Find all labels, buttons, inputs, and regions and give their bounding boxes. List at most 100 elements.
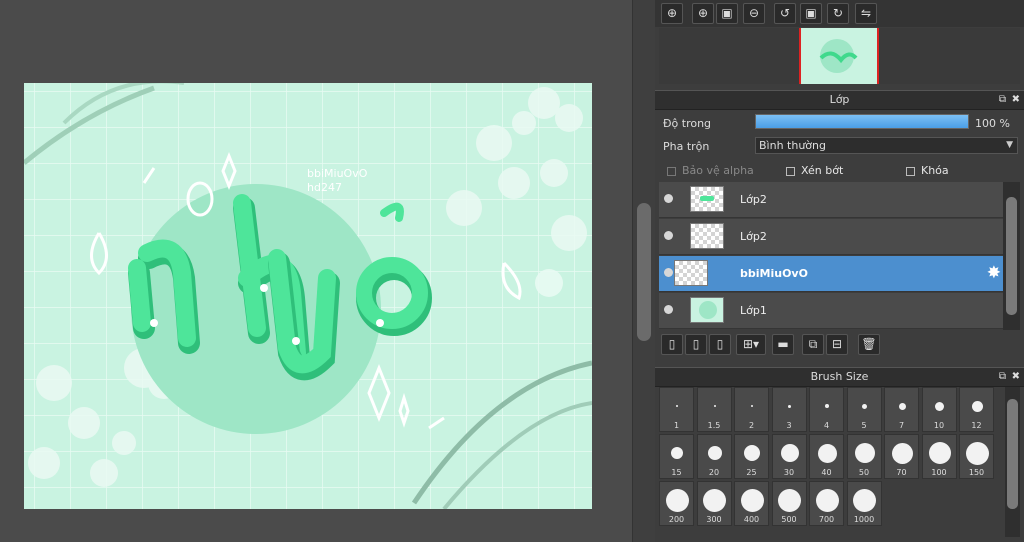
reset-view-icon[interactable]: ▣ <box>800 3 822 24</box>
brush-size-dot <box>862 403 867 409</box>
zoom-out-icon[interactable]: ⊖ <box>743 3 765 24</box>
new-layer-icon[interactable]: ▯ <box>661 334 683 355</box>
add-layer-menu-icon[interactable]: ⊞▾ <box>736 334 766 355</box>
fit-window-icon[interactable]: ▣ <box>716 3 738 24</box>
layer-list-scrollbar[interactable] <box>1003 182 1020 330</box>
lock-checkbox[interactable]: Khóa <box>906 164 949 177</box>
brush-size-label: 1000 <box>853 515 875 524</box>
brush-size-scrollbar[interactable] <box>1005 387 1020 537</box>
lock-label: Khóa <box>921 164 949 177</box>
signature-line1: bbiMiuOvO <box>307 167 368 180</box>
brush-size-label: 70 <box>896 468 907 477</box>
brush-size-title: Brush Size <box>810 370 869 383</box>
scrollbar-thumb[interactable] <box>1006 197 1017 315</box>
brush-size-option[interactable]: 10 <box>921 387 957 432</box>
visibility-eye-icon[interactable] <box>664 194 673 203</box>
brush-size-dot <box>707 446 722 460</box>
brush-size-option[interactable]: 300 <box>696 481 732 526</box>
close-icon[interactable]: ✖ <box>1012 368 1020 386</box>
navigator-preview[interactable] <box>659 28 1020 84</box>
brush-size-dot <box>780 444 799 462</box>
brush-size-label: 1.5 <box>707 421 721 430</box>
brush-size-option[interactable]: 5 <box>846 387 882 432</box>
brush-size-option[interactable]: 15 <box>659 434 694 479</box>
gear-icon[interactable]: ✸ <box>987 264 1001 282</box>
brush-size-option[interactable]: 30 <box>771 434 807 479</box>
brush-size-option[interactable]: 25 <box>734 434 769 479</box>
flip-horizontal-icon[interactable]: ⇋ <box>855 3 877 24</box>
scrollbar-thumb[interactable] <box>637 203 651 341</box>
brush-size-option[interactable]: 200 <box>659 481 694 526</box>
brush-size-option[interactable]: 1 <box>659 387 694 432</box>
brush-size-dot <box>740 488 764 512</box>
undock-icon[interactable]: ⧉ <box>999 91 1006 109</box>
new-8bit-layer-icon[interactable]: ▯ <box>685 334 707 355</box>
brush-size-label: 40 <box>821 468 832 477</box>
opacity-label: Độ trong <box>663 117 712 130</box>
brush-size-option[interactable]: 1.5 <box>696 387 732 432</box>
merge-down-icon[interactable]: ⊟ <box>826 334 848 355</box>
brush-size-label: 100 <box>931 468 947 477</box>
brush-size-option[interactable]: 50 <box>846 434 882 479</box>
brush-size-option[interactable]: 1000 <box>846 481 882 526</box>
brush-size-option[interactable]: 700 <box>809 481 844 526</box>
brush-size-dot <box>971 400 983 412</box>
brush-size-dot <box>713 405 716 407</box>
brush-size-option[interactable]: 12 <box>959 387 994 432</box>
new-1bit-layer-icon[interactable]: ▯ <box>709 334 731 355</box>
zoom-fit-icon[interactable]: ⊕ <box>661 3 683 24</box>
rotate-left-icon[interactable]: ↺ <box>774 3 796 24</box>
brush-size-label: 300 <box>706 515 722 524</box>
brush-size-option[interactable]: 70 <box>884 434 919 479</box>
brush-size-option[interactable]: 500 <box>771 481 807 526</box>
layer-thumbnail <box>690 223 724 249</box>
layer-row[interactable]: bbiMiuOvO ✸ <box>659 256 1003 292</box>
layer-name: bbiMiuOvO <box>740 267 808 280</box>
layer-row[interactable]: Lớp1 <box>659 293 1003 329</box>
brush-size-label: 20 <box>708 468 720 477</box>
canvas-area[interactable]: bbiMiuOvO hd247 <box>0 0 632 542</box>
delete-layer-icon[interactable]: 🗑 <box>858 334 880 355</box>
brush-size-header: Brush Size ⧉ ✖ <box>655 367 1024 387</box>
brush-size-option[interactable]: 4 <box>809 387 844 432</box>
close-icon[interactable]: ✖ <box>1012 91 1020 109</box>
scrollbar-thumb[interactable] <box>1007 399 1018 509</box>
blend-mode-select[interactable]: Bình thường ▼ <box>755 137 1018 154</box>
opacity-slider[interactable] <box>755 114 969 129</box>
layer-name: Lớp1 <box>740 304 767 317</box>
visibility-eye-icon[interactable] <box>664 268 673 277</box>
brush-size-dot <box>898 402 906 410</box>
brush-size-option[interactable]: 150 <box>959 434 994 479</box>
brush-size-option[interactable]: 40 <box>809 434 844 479</box>
duplicate-layer-icon[interactable]: ⧉ <box>802 334 824 355</box>
layer-row[interactable]: Lớp2 <box>659 182 1003 218</box>
brush-size-option[interactable]: 2 <box>734 387 769 432</box>
brush-size-dot <box>825 404 829 408</box>
brush-size-label: 10 <box>933 421 945 430</box>
brush-size-option[interactable]: 3 <box>771 387 807 432</box>
undock-icon[interactable]: ⧉ <box>999 368 1006 386</box>
layer-row[interactable]: Lớp2 <box>659 219 1003 255</box>
zoom-in-icon[interactable]: ⊕ <box>692 3 714 24</box>
brush-size-label: 1 <box>673 421 680 430</box>
brush-size-option[interactable]: 7 <box>884 387 919 432</box>
brush-size-option[interactable]: 400 <box>734 481 769 526</box>
protect-alpha-checkbox[interactable]: Bảo vệ alpha <box>667 164 754 177</box>
brush-size-label: 400 <box>743 515 760 524</box>
navigator-thumbnail[interactable] <box>799 28 879 84</box>
canvas-vertical-scrollbar[interactable] <box>632 0 655 542</box>
brush-size-dot <box>935 401 944 411</box>
new-folder-icon[interactable]: ▬ <box>772 334 794 355</box>
rotate-right-icon[interactable]: ↻ <box>827 3 849 24</box>
protect-alpha-label: Bảo vệ alpha <box>682 164 754 177</box>
clipping-checkbox[interactable]: Xén bớt <box>786 164 843 177</box>
brush-size-label: 12 <box>971 421 982 430</box>
visibility-eye-icon[interactable] <box>664 231 673 240</box>
visibility-eye-icon[interactable] <box>664 305 673 314</box>
brush-size-option[interactable]: 20 <box>696 434 732 479</box>
brush-size-option[interactable]: 100 <box>921 434 957 479</box>
layer-thumbnail <box>690 297 724 323</box>
brush-size-label: 5 <box>861 421 867 430</box>
blend-mode-value: Bình thường <box>759 139 826 152</box>
artwork-canvas[interactable]: bbiMiuOvO hd247 <box>24 83 592 509</box>
